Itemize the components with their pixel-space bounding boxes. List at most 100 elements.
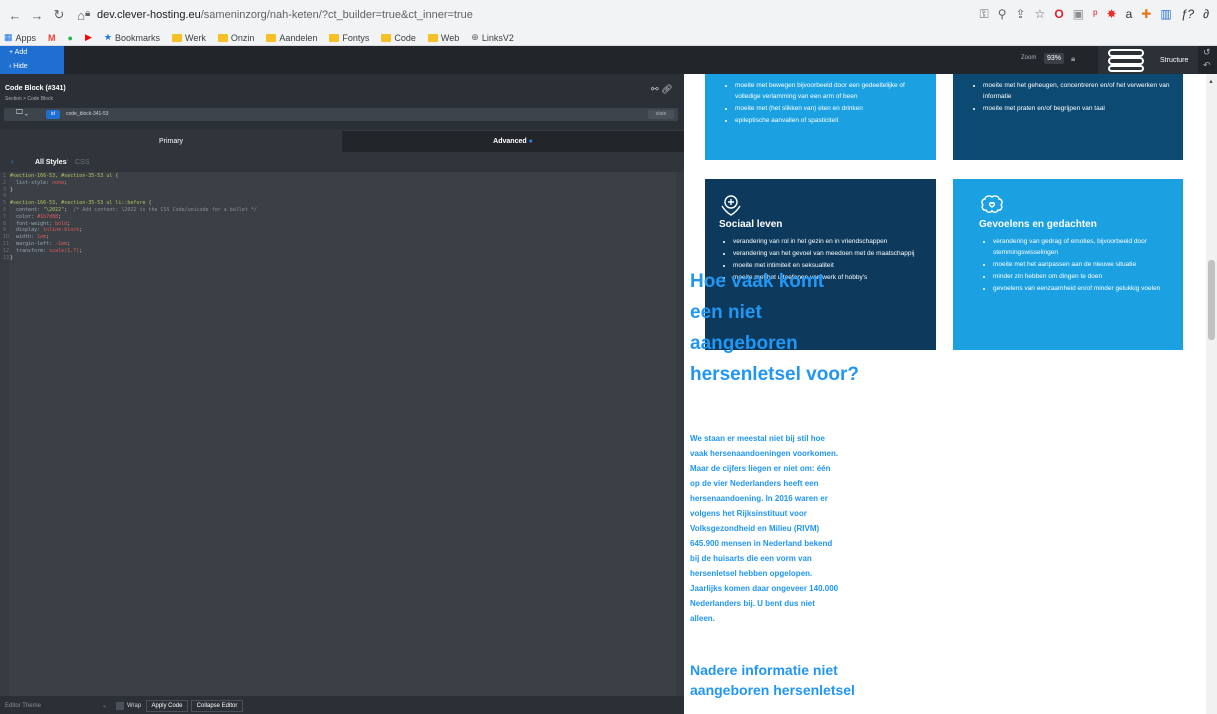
spotify-icon[interactable]: ● xyxy=(68,33,73,43)
share-icon[interactable]: ⇪ xyxy=(1015,7,1025,22)
forward-arrow-icon[interactable]: → xyxy=(26,8,48,23)
crumb-all-styles[interactable]: All Styles xyxy=(35,159,67,166)
bookmark-aandelen[interactable]: Aandelen xyxy=(266,33,317,43)
state-button[interactable]: state xyxy=(648,110,674,119)
chevron-down-icon[interactable]: ⌄ xyxy=(102,702,107,709)
code-line[interactable]: 11 margin-left: -1em; xyxy=(3,241,257,248)
article-heading: Hoe vaak komt een niet aangeboren hersen… xyxy=(690,271,859,385)
code-line[interactable]: 4 xyxy=(3,193,257,200)
code-token: } xyxy=(10,254,14,261)
code-token: list-style: xyxy=(10,179,53,186)
bookmark-linksv2[interactable]: ⊕ LinksV2 xyxy=(471,32,514,43)
code-line[interactable]: 1 #section-166-53, #section-35-53 ul { xyxy=(3,173,257,180)
bookmark-label: Web xyxy=(440,32,460,43)
bookmark-apps[interactable]: ▦ Apps xyxy=(4,32,36,43)
hierarchy-icon[interactable]: ⚯ xyxy=(651,84,659,94)
star-icon[interactable]: ☆ xyxy=(1035,7,1046,22)
bookmark-label: Apps xyxy=(15,32,37,43)
bookmark-web[interactable]: Web xyxy=(427,32,460,43)
editor-theme-select[interactable]: Editor Theme xyxy=(5,703,41,709)
code-line[interactable]: 5 #section-166-53, #section-35-53 ul li::… xyxy=(3,200,257,207)
back-arrow-icon[interactable]: ← xyxy=(4,8,26,23)
wrap-label: Wrap xyxy=(127,703,142,709)
link-icon[interactable]: 🔗︎ xyxy=(661,84,672,94)
code-line[interactable]: 3} xyxy=(3,187,257,194)
code-line[interactable]: 13} xyxy=(3,255,257,262)
zoom-value[interactable]: 93% xyxy=(1044,53,1064,64)
opera-icon[interactable]: O xyxy=(1054,7,1063,22)
reload-icon[interactable]: ↻ xyxy=(48,7,70,23)
lock-icon[interactable]: 🔒︎ xyxy=(85,8,90,19)
bookmark-bookmarks[interactable]: ★ Bookmarks xyxy=(104,32,160,43)
bookmark-onzin[interactable]: Onzin xyxy=(217,33,254,43)
list-item: moeite met bewegen bijvoorbeeld door een… xyxy=(735,80,926,102)
code-token: -1em xyxy=(55,240,68,247)
formula-icon[interactable]: ƒ? xyxy=(1181,7,1194,22)
selector-name[interactable]: code_block-341-53 xyxy=(66,111,109,117)
burst-icon[interactable]: ✸ xyxy=(1107,7,1117,22)
youtube-icon[interactable]: ▶ xyxy=(85,32,92,43)
code-line[interactable]: 7 color: #1b7d88; xyxy=(3,214,257,221)
list-item: moeite met (het slikken van) eten en dri… xyxy=(735,103,926,114)
list-item: verandering van gedrag of emoties, bijvo… xyxy=(993,236,1173,258)
tab-primary[interactable]: Primary xyxy=(0,131,342,152)
heart-hands-icon xyxy=(719,193,926,217)
trello-icon[interactable]: ▥ xyxy=(1160,7,1171,22)
folder-icon xyxy=(217,33,228,42)
zoom-label: Zoom xyxy=(1021,55,1037,61)
preview-scrollbar-thumb[interactable] xyxy=(1208,260,1215,340)
preview-scrollbar[interactable] xyxy=(1206,74,1217,714)
code-line[interactable]: 9 display: inline-block; xyxy=(3,227,257,234)
gmail-icon[interactable]: M xyxy=(48,33,56,43)
panel-breadcrumb[interactable]: Section > Code Block xyxy=(5,96,53,102)
add-panel-button[interactable]: + Add ‹ Hide xyxy=(0,46,64,74)
code-content[interactable]: 1 #section-166-53, #section-35-53 ul {2 l… xyxy=(3,173,257,261)
collapse-editor-button[interactable]: Collapse Editor xyxy=(191,700,243,712)
bookmark-label: Aandelen xyxy=(279,32,318,43)
address-bar[interactable]: dev.clever-hosting.eu/sameninzorg/nah-ke… xyxy=(97,9,473,21)
list-item: moeite met praten en/of begrijpen van ta… xyxy=(983,103,1173,114)
code-line[interactable]: 10 width: 1em; xyxy=(3,234,257,241)
pinterest-icon[interactable]: ᵖ xyxy=(1093,7,1098,22)
code-token: color: xyxy=(10,213,38,220)
bookmark-fontys[interactable]: Fontys xyxy=(329,33,369,43)
undo-icon[interactable]: ↶ xyxy=(1203,60,1211,71)
history-icon[interactable]: ↺ xyxy=(1203,47,1211,58)
code-token: "\2022" xyxy=(43,206,65,213)
list-item: epileptische aanvallen of spasticiteit xyxy=(735,115,926,126)
extension-grid-icon[interactable]: ▣ xyxy=(1073,7,1084,22)
code-token: font-weight: xyxy=(10,220,56,227)
fox-icon[interactable]: ✚ xyxy=(1141,7,1151,22)
wrap-checkbox[interactable] xyxy=(116,702,124,710)
code-line[interactable]: 2 list-style: none; xyxy=(3,180,257,187)
add-button[interactable]: + Add xyxy=(0,46,64,60)
back-chevron-icon[interactable]: ‹ xyxy=(11,157,14,166)
bookmark-code[interactable]: Code xyxy=(381,33,416,43)
code-token: #section-166-53, #section-35-53 ul li::b… xyxy=(10,200,152,207)
card-gevoelens: Gevoelens en gedachten verandering van g… xyxy=(953,179,1183,350)
list-item: verandering van rol in het gezin en in v… xyxy=(733,236,926,247)
editor-scrollbar[interactable] xyxy=(676,172,684,696)
code-line[interactable]: 12 transform: scale(1.7); xyxy=(3,248,257,255)
bookmark-werk[interactable]: Werk xyxy=(171,33,206,43)
folder-icon xyxy=(266,33,277,42)
scroll-up-arrow-icon[interactable]: ▲ xyxy=(1208,79,1214,85)
hide-button[interactable]: ‹ Hide xyxy=(0,60,64,74)
zoom-icon[interactable]: ⚲ xyxy=(998,7,1007,22)
key-icon[interactable]: ⚿ xyxy=(980,7,989,22)
selector-id-badge[interactable]: id xyxy=(46,110,60,119)
card-list: moeite met het geheugen, concentreren en… xyxy=(969,80,1173,114)
amazon-icon[interactable]: a xyxy=(1126,7,1133,22)
crumb-css: CSS xyxy=(75,159,90,166)
tab-advanced[interactable]: Advanced ● xyxy=(342,131,684,152)
code-line[interactable]: 8 font-weight: bold; xyxy=(3,221,257,228)
device-select-icon[interactable]: 🖵︎ ⌄ xyxy=(16,109,28,117)
url-host: dev.clever-hosting.eu xyxy=(97,9,201,21)
bookmark-label: Code xyxy=(394,32,416,43)
pen-icon[interactable]: ∂ xyxy=(1203,7,1209,22)
code-line[interactable]: 6 content: "\2022"; /* Add content: \202… xyxy=(3,207,257,214)
code-token: ; xyxy=(64,179,68,186)
code-token: content: xyxy=(10,206,44,213)
apply-code-button[interactable]: Apply Code xyxy=(146,700,188,712)
lock-toggle-icon[interactable]: 🔒︎ xyxy=(1071,54,1075,64)
